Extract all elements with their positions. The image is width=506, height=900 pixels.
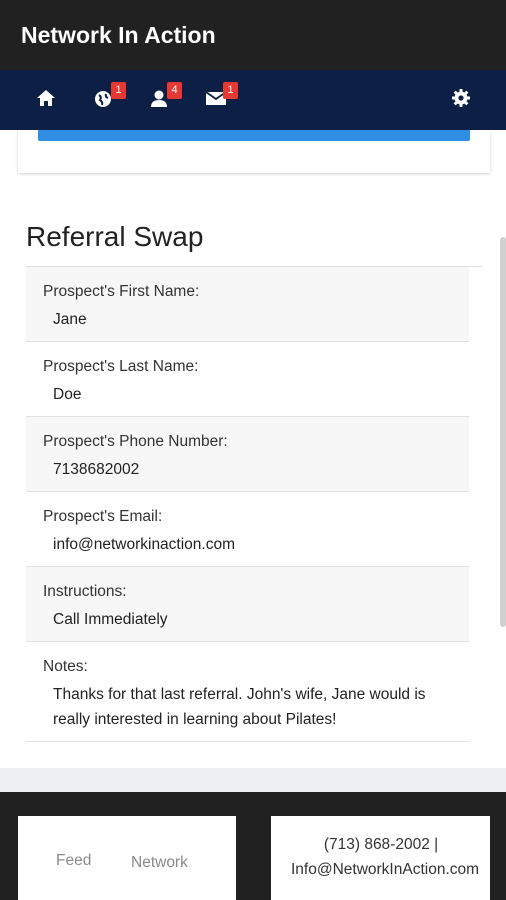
field-label: Notes: [43, 658, 88, 675]
footer-link-network[interactable]: Network [131, 854, 188, 872]
field-label: Prospect's Last Name: [43, 358, 199, 375]
field-phone: Prospect's Phone Number: 7138682002 [26, 417, 469, 492]
field-email: Prospect's Email: info@networkinaction.c… [26, 492, 469, 567]
field-notes: Notes: Thanks for that last referral. Jo… [26, 642, 469, 742]
page-title: Referral Swap [26, 221, 204, 252]
footer-contact-card [271, 816, 490, 900]
field-label: Prospect's Email: [43, 508, 163, 525]
field-first-name: Prospect's First Name: Jane [26, 267, 469, 342]
nav-bar [0, 70, 506, 130]
globe-badge: 1 [111, 82, 126, 99]
submit-button[interactable] [38, 130, 470, 141]
footer-phone[interactable]: (713) 868-2002 | [276, 836, 486, 854]
home-icon[interactable] [34, 86, 58, 110]
page-background [0, 768, 506, 792]
footer-email[interactable]: Info@NetworkInAction.com [276, 861, 506, 879]
field-label: Prospect's Phone Number: [43, 433, 228, 450]
field-value: Call Immediately [53, 611, 168, 628]
field-value: 7138682002 [53, 461, 140, 478]
previous-card [18, 130, 490, 173]
field-last-name: Prospect's Last Name: Doe [26, 342, 469, 417]
footer-links-card [18, 816, 236, 900]
field-value: info@networkinaction.com [53, 536, 236, 553]
footer-link-feed[interactable]: Feed [56, 852, 91, 870]
field-instructions: Instructions: Call Immediately [26, 567, 469, 642]
field-value: Jane [53, 311, 87, 328]
app-title: Network In Action [21, 22, 216, 48]
field-label: Prospect's First Name: [43, 283, 200, 300]
user-badge: 4 [167, 82, 182, 99]
field-label: Instructions: [43, 583, 127, 600]
scrollbar[interactable] [500, 237, 506, 627]
field-value: Thanks for that last referral. John's wi… [53, 686, 426, 728]
field-value: Doe [53, 386, 82, 403]
app-bar: Network In Action [0, 0, 506, 70]
gear-icon[interactable] [449, 86, 473, 110]
mail-badge: 1 [223, 82, 238, 99]
